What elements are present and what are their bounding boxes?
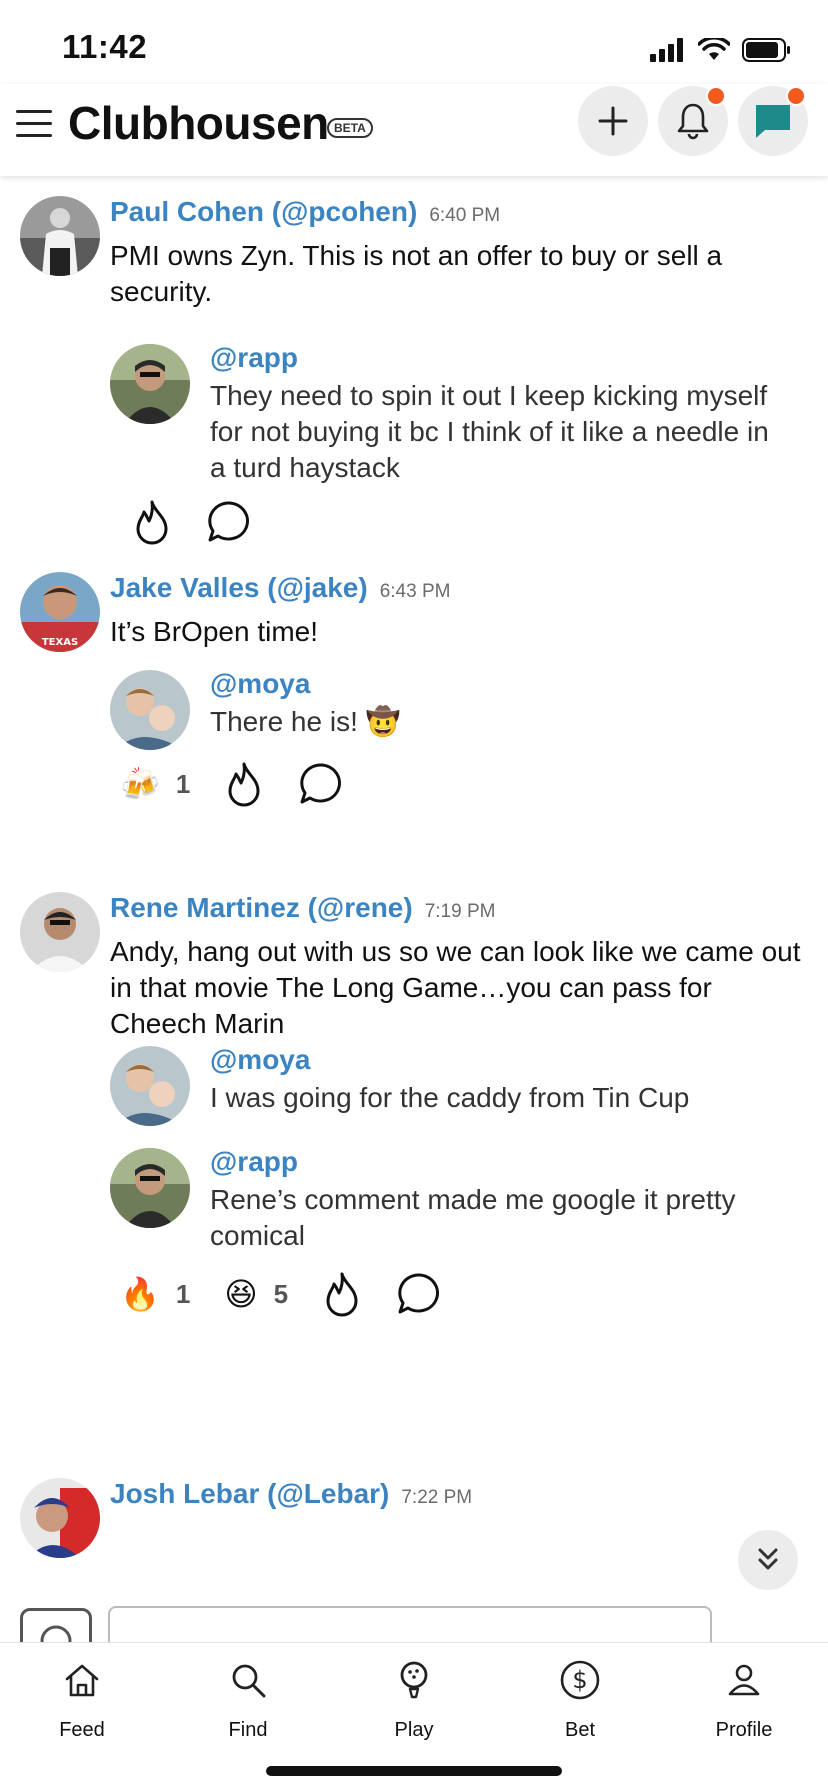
reaction-count: 5 xyxy=(273,1278,289,1309)
reaction-chip[interactable]: 😆 5 xyxy=(224,1278,288,1310)
status-icons xyxy=(650,34,792,66)
search-icon xyxy=(232,1664,266,1698)
tab-label: Feed xyxy=(59,1719,105,1741)
author-name: Josh Lebar (@Lebar) xyxy=(110,1478,390,1509)
reaction-emoji: 😆 xyxy=(224,1276,258,1312)
like-button[interactable] xyxy=(224,761,264,807)
reply-avatar[interactable] xyxy=(110,1148,190,1228)
reaction-emoji: 🔥 xyxy=(120,1276,160,1312)
notifications-button[interactable] xyxy=(658,86,728,156)
comment-icon xyxy=(208,501,249,542)
post-actions: 🍻 1 xyxy=(120,758,378,810)
scroll-to-bottom-button[interactable] xyxy=(738,1530,798,1590)
post-actions xyxy=(132,496,286,548)
avatar[interactable] xyxy=(20,1478,100,1558)
app-header: Clubhousen BETA xyxy=(0,84,828,176)
reply-text: There he is! 🤠 xyxy=(210,706,401,737)
status-time: 11:42 xyxy=(62,28,148,65)
plus-icon xyxy=(598,106,628,136)
author-name: Jake Valles (@jake) xyxy=(110,572,368,603)
post-author[interactable]: Jake Valles (@jake) 6:43 PM xyxy=(110,572,450,604)
reaction-chip[interactable]: 🔥 1 xyxy=(120,1278,190,1310)
like-button[interactable] xyxy=(132,499,172,545)
like-button[interactable] xyxy=(322,1271,362,1317)
avatar[interactable] xyxy=(20,892,100,972)
home-icon xyxy=(65,1664,99,1697)
post-author[interactable]: Rene Martinez (@rene) 7:19 PM xyxy=(110,892,495,924)
reply-author[interactable]: @moya xyxy=(210,1044,310,1076)
tab-profile[interactable]: Profile xyxy=(684,1655,804,1742)
reply-avatar[interactable] xyxy=(110,344,190,424)
avatar[interactable] xyxy=(20,196,100,276)
create-post-button[interactable] xyxy=(578,86,648,156)
flame-icon xyxy=(228,762,260,807)
post-time: 7:19 PM xyxy=(424,901,496,922)
comment-icon xyxy=(398,1273,440,1314)
signal-icon xyxy=(650,38,683,62)
comment-button[interactable] xyxy=(298,762,344,806)
chat-icon xyxy=(756,105,790,138)
reply-author[interactable]: @moya xyxy=(210,668,310,700)
reaction-emoji: 🍻 xyxy=(120,766,160,802)
post-author[interactable]: Josh Lebar (@Lebar) 7:22 PM xyxy=(110,1478,472,1510)
tab-find[interactable]: Find xyxy=(188,1655,308,1742)
post-time: 7:22 PM xyxy=(401,1487,473,1508)
reply-text: They need to spin it out I keep kicking … xyxy=(210,380,769,483)
post-text: It’s BrOpen time! xyxy=(110,616,319,647)
reply-avatar[interactable] xyxy=(110,1046,190,1126)
author-name: Rene Martinez (@rene) xyxy=(110,892,413,923)
post-time: 6:40 PM xyxy=(429,205,501,226)
tab-play[interactable]: Play xyxy=(354,1655,474,1742)
wifi-icon xyxy=(698,38,730,60)
tab-label: Bet xyxy=(564,1719,596,1741)
dollar-icon: $ xyxy=(560,1660,600,1700)
author-name: Paul Cohen (@pcohen) xyxy=(110,196,418,227)
tab-feed[interactable]: Feed xyxy=(22,1655,142,1742)
reply-author[interactable]: @rapp xyxy=(210,1146,298,1178)
menu-icon[interactable] xyxy=(16,110,52,140)
comment-button[interactable] xyxy=(396,1272,442,1316)
post-actions: 🔥 1 😆 5 xyxy=(120,1268,476,1320)
golf-ball-icon xyxy=(400,1661,428,1699)
person-icon xyxy=(728,1664,760,1696)
tab-label: Play xyxy=(394,1719,434,1741)
notification-dot xyxy=(706,86,726,106)
flame-icon xyxy=(136,500,168,545)
double-chevron-down-icon xyxy=(758,1548,778,1570)
bell-icon xyxy=(677,103,709,140)
avatar[interactable]: TEXAS xyxy=(20,572,100,652)
message-dot xyxy=(786,86,806,106)
post-text: Andy, hang out with us so we can look li… xyxy=(110,936,801,1039)
reply-avatar[interactable] xyxy=(110,670,190,750)
app-screen: 11:42 Clubhousen BETA Paul Cohen (@pcohe… xyxy=(0,0,828,1792)
app-logo: Clubhousen xyxy=(68,97,329,149)
flame-icon xyxy=(326,1272,358,1317)
comment-icon xyxy=(300,763,342,804)
battery-icon xyxy=(742,38,790,62)
reply-text: I was going for the caddy from Tin Cup xyxy=(210,1082,690,1113)
reply-text: Rene’s comment made me google it pretty … xyxy=(210,1184,736,1251)
tab-label: Find xyxy=(228,1719,268,1741)
reaction-count: 1 xyxy=(175,1278,191,1309)
post-text: PMI owns Zyn. This is not an offer to bu… xyxy=(110,240,723,307)
reply-author[interactable]: @rapp xyxy=(210,342,298,374)
beta-badge: BETA xyxy=(327,118,373,138)
reaction-count: 1 xyxy=(175,768,191,799)
post-time: 6:43 PM xyxy=(379,581,451,602)
messages-button[interactable] xyxy=(738,86,808,156)
tab-bet[interactable]: $ Bet xyxy=(520,1655,640,1742)
status-bar: 11:42 xyxy=(0,0,828,88)
post-author[interactable]: Paul Cohen (@pcohen) 6:40 PM xyxy=(110,196,500,228)
svg-text:$: $ xyxy=(572,1666,587,1694)
svg-text:TEXAS: TEXAS xyxy=(42,637,78,648)
home-indicator xyxy=(266,1766,562,1776)
reaction-chip[interactable]: 🍻 1 xyxy=(120,768,190,800)
tab-label: Profile xyxy=(715,1719,773,1741)
comment-button[interactable] xyxy=(206,500,252,544)
